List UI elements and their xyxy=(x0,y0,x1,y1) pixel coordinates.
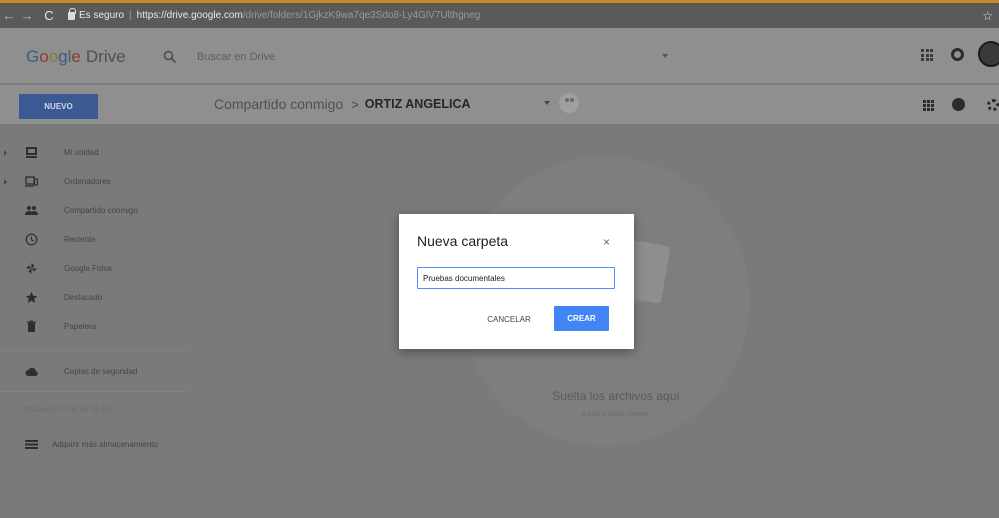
logo-letter: G xyxy=(26,47,40,66)
sidebar-item-label: Compartido conmigo xyxy=(64,206,138,215)
info-icon[interactable] xyxy=(952,98,965,111)
cloud-icon xyxy=(25,367,38,376)
forward-arrow-icon[interactable]: → xyxy=(18,8,36,23)
url-separator: | xyxy=(129,10,132,21)
sidebar-item-my-drive[interactable]: Mi unidad xyxy=(0,138,188,167)
sidebar-item-label: Destacado xyxy=(64,293,103,302)
url-host: https://drive.google.com xyxy=(136,10,243,21)
settings-gear-icon[interactable] xyxy=(987,99,999,111)
logo-product-name: Drive xyxy=(85,47,126,66)
logo-letter: o xyxy=(39,47,49,66)
dialog-title: Nueva carpeta xyxy=(417,233,509,249)
browser-toolbar: ← → C Es seguro | https://drive.google.c… xyxy=(0,0,999,28)
lock-icon xyxy=(68,7,76,20)
search-icon xyxy=(163,50,177,64)
sidebar-item-backups[interactable]: Copias de seguridad xyxy=(0,357,188,386)
drop-zone-title: Suelta los archivos aquí xyxy=(552,389,680,403)
sidebar-item-label: Ordenadores xyxy=(64,177,111,186)
google-drive-logo[interactable]: Google Drive xyxy=(26,47,126,67)
drive-toolbar: NUEVO Compartido conmigo > ORTIZ ANGELIC… xyxy=(0,85,999,125)
trash-icon xyxy=(27,320,36,332)
sidebar-item-starred[interactable]: Destacado xyxy=(0,283,188,312)
apps-grid-icon[interactable] xyxy=(921,49,933,61)
sidebar-item-label: Reciente xyxy=(64,235,96,244)
back-arrow-icon[interactable]: ← xyxy=(0,8,18,23)
sidebar-divider xyxy=(0,350,188,351)
address-bar[interactable]: Es seguro | https://drive.google.com /dr… xyxy=(68,7,481,21)
breadcrumb-separator: > xyxy=(351,96,359,112)
storage-usage-text: Utilizado: 2 GB de 15 GB xyxy=(24,405,114,414)
search-input[interactable] xyxy=(197,51,627,63)
new-folder-dialog: Nueva carpeta × CANCELAR CREAR xyxy=(399,214,634,349)
sidebar: Mi unidad Ordenadores Compartido conmigo… xyxy=(0,126,188,518)
storage-bars-icon xyxy=(25,440,38,449)
url-path: /drive/folders/1GjkzK9wa7qe3Sdo8-Ly4GlV7… xyxy=(242,10,481,21)
reload-icon[interactable]: C xyxy=(40,8,58,23)
grid-view-icon[interactable] xyxy=(923,100,934,111)
bookmark-star-icon[interactable]: ☆ xyxy=(982,9,993,23)
search-options-caret-icon[interactable] xyxy=(662,54,668,58)
close-icon[interactable]: × xyxy=(603,235,610,249)
create-button[interactable]: CREAR xyxy=(554,306,609,331)
sidebar-item-label: Papelera xyxy=(64,322,97,331)
logo-letter: g xyxy=(58,47,68,66)
secure-label: Es seguro xyxy=(79,10,125,21)
search-box[interactable] xyxy=(155,40,678,74)
clock-icon xyxy=(25,233,38,246)
sidebar-divider xyxy=(0,391,188,392)
avatar[interactable] xyxy=(978,41,999,67)
pinwheel-icon xyxy=(26,263,37,274)
sidebar-item-label: Google Fotos xyxy=(64,264,113,273)
drive-header: Google Drive xyxy=(0,28,999,84)
sidebar-item-trash[interactable]: Papelera xyxy=(0,312,188,341)
sidebar-item-google-photos[interactable]: Google Fotos xyxy=(0,254,188,283)
star-icon xyxy=(25,291,38,303)
notifications-icon[interactable] xyxy=(951,48,964,61)
sidebar-item-shared-with-me[interactable]: Compartido conmigo xyxy=(0,196,188,225)
breadcrumb-current-folder[interactable]: ORTIZ ANGELICA xyxy=(365,97,471,111)
sidebar-item-label: Mi unidad xyxy=(64,148,99,157)
buy-storage-link[interactable]: Adquirir más almacenamiento xyxy=(0,430,188,459)
logo-letter: e xyxy=(71,47,81,66)
sidebar-item-computers[interactable]: Ordenadores xyxy=(0,167,188,196)
sidebar-item-label: Copias de seguridad xyxy=(64,367,138,376)
folder-name-input[interactable] xyxy=(417,267,615,289)
drop-zone-subtitle: o usa el botón Nuevo. xyxy=(581,411,651,418)
drive-icon xyxy=(26,147,37,158)
shared-people-icon xyxy=(25,206,38,215)
breadcrumb: Compartido conmigo > ORTIZ ANGELICA xyxy=(214,96,471,112)
sidebar-item-recent[interactable]: Reciente xyxy=(0,225,188,254)
new-button[interactable]: NUEVO xyxy=(19,94,98,119)
computers-icon xyxy=(25,176,38,187)
cancel-button[interactable]: CANCELAR xyxy=(479,307,539,331)
expand-arrow-icon[interactable] xyxy=(4,178,7,185)
folder-menu-caret-icon[interactable] xyxy=(544,101,550,105)
shared-folder-icon[interactable] xyxy=(559,93,579,113)
breadcrumb-parent[interactable]: Compartido conmigo xyxy=(214,96,343,112)
buy-storage-label: Adquirir más almacenamiento xyxy=(52,440,158,449)
logo-letter: o xyxy=(48,47,59,66)
expand-arrow-icon[interactable] xyxy=(4,149,7,156)
